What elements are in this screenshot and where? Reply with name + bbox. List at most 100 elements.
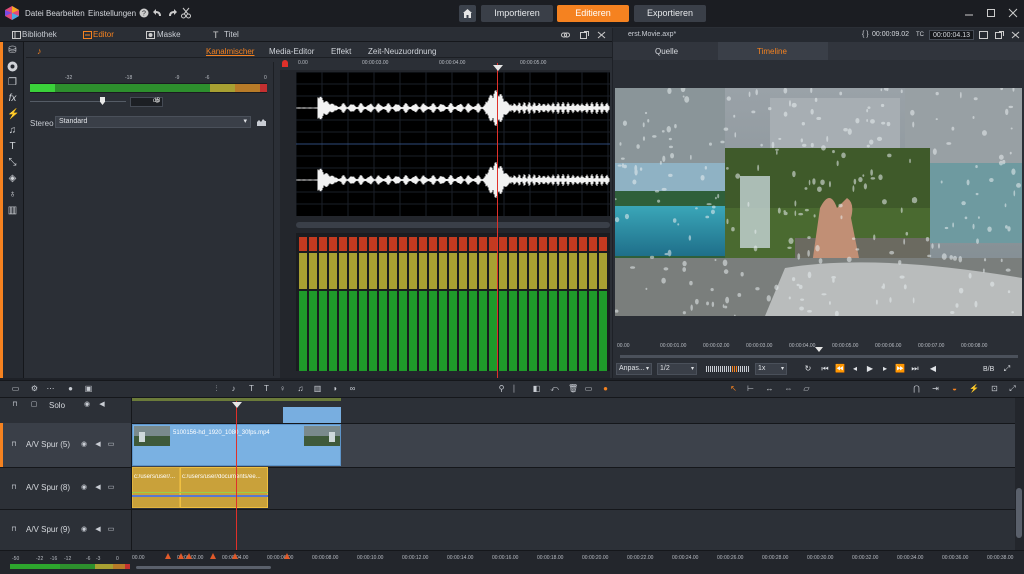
color-icon[interactable]: ◑ [330,384,339,393]
edit-button[interactable]: Editieren [557,5,629,22]
menu-settings[interactable]: Einstellungen [88,9,136,18]
import-button[interactable]: Importieren [481,5,553,22]
audio-mixer-icon[interactable]: ⫶ [212,384,221,393]
split-icon[interactable]: ⎸ [513,384,522,393]
frame-back-icon[interactable]: ◂ [850,363,860,374]
track-name[interactable]: A/V Spur (9) [26,525,70,534]
popout-icon[interactable] [580,31,589,39]
timeline-marker[interactable] [165,553,171,559]
color-wheel-icon[interactable] [7,61,18,72]
timeline-playhead-line[interactable] [236,401,237,561]
fx-icon[interactable]: fx [7,93,18,104]
tab-editor[interactable]: Editor [93,30,114,39]
export-button[interactable]: Exportieren [634,5,706,22]
timeline-hscroll[interactable] [136,566,271,569]
volume-slider-track[interactable] [30,101,126,102]
record-icon[interactable]: ● [601,384,610,393]
music-icon[interactable]: ♫ [296,384,305,393]
video-preview[interactable] [615,88,1022,316]
tab-timeline[interactable]: Timeline [757,47,787,56]
title-tool-icon[interactable]: T [247,384,256,393]
timeline-playhead-handle[interactable] [232,402,242,408]
magnet-icon[interactable]: ⋂ [912,384,921,393]
microphone-icon[interactable]: ♀ [278,384,287,393]
snapshot-icon[interactable]: ⤢ [1002,363,1012,374]
audio-volume-line[interactable] [132,492,268,493]
resolution-select[interactable]: 1/2 [657,363,697,375]
audio-toggle-icon[interactable]: ◀ [98,401,106,409]
marker-icon[interactable] [282,60,288,67]
audio-fx-icon[interactable] [256,117,267,127]
lock-icon[interactable]: ⊓ [11,401,19,409]
stretch-icon[interactable]: ▱ [802,384,811,393]
skip-start-icon[interactable]: ⏮ [820,363,830,374]
tab-title[interactable]: Titel [224,30,239,39]
solo-toggle-icon[interactable]: ▢ [30,401,38,409]
link-icon[interactable] [561,31,570,39]
preview-close-icon[interactable] [1011,31,1020,39]
loop-icon[interactable]: ↻ [803,363,813,374]
film-strip-icon[interactable]: ▥ [313,384,322,393]
trim-icon[interactable]: ◧ [532,384,541,393]
snap-icon[interactable]: ⤺ [550,384,559,393]
fit-select[interactable]: Anpas... [616,363,652,375]
skip-end-icon[interactable]: ⏭ [910,363,920,374]
roll-icon[interactable]: ↔ [765,384,774,393]
tab-source[interactable]: Quelle [655,47,678,56]
audio-waveform[interactable] [296,72,610,216]
camera-icon[interactable]: ⛁ [7,45,18,56]
help-icon[interactable]: ? [138,7,150,19]
trash-options-icon[interactable]: ▭ [584,384,593,393]
ripple-icon[interactable]: ⊢ [746,384,755,393]
home-button[interactable] [459,5,476,22]
insert-icon[interactable]: ⇥ [931,384,940,393]
timeline-marker[interactable] [284,553,290,559]
timeline-marker[interactable] [186,553,192,559]
speed-select[interactable]: 1x [755,363,787,375]
editor-playhead-line[interactable] [497,63,498,378]
editor-playhead-handle[interactable] [493,65,503,71]
timeline-marker[interactable] [210,553,216,559]
preview-scrubber-handle[interactable] [815,347,823,352]
bb-label[interactable]: B/B [983,366,994,373]
visibility-icon[interactable]: ◉ [80,441,88,449]
close-icon[interactable] [1007,7,1019,19]
undo-icon[interactable] [152,7,164,19]
tab-media-editor[interactable]: Media-Editor [269,47,314,56]
panel-close-icon[interactable] [597,31,606,39]
timeline-marker[interactable] [178,553,184,559]
razor-icon[interactable]: ⚲ [497,384,506,393]
maximize-icon[interactable] [985,7,997,19]
visibility-icon[interactable]: ◉ [80,526,88,534]
track-name[interactable]: A/V Spur (8) [26,483,70,492]
play-icon[interactable]: ▶ [865,363,875,374]
menu-file[interactable]: Datei [25,9,44,18]
visibility-icon[interactable]: ◉ [80,484,88,492]
track-name[interactable]: A/V Spur (5) [26,440,70,449]
film-icon[interactable]: ▥ [7,205,18,216]
cut-icon[interactable] [180,7,192,19]
tab-library[interactable]: Bibliothek [22,30,57,39]
tab-mask[interactable]: Maske [157,30,181,39]
menu-edit[interactable]: Bearbeiten [46,9,85,18]
speed-icon[interactable]: ♁ [7,189,18,200]
layers-icon[interactable]: ❐ [7,77,18,88]
timecode-current[interactable]: 00:00:04.13 [929,30,974,40]
preview-scrubber[interactable] [620,355,1018,358]
audio-toggle-icon[interactable]: ◀ [94,526,102,534]
step-forward-icon[interactable]: ⏩ [895,363,905,374]
delete-icon[interactable]: 🗑 [568,384,578,393]
lock-icon[interactable]: ⊓ [10,484,18,492]
fullscreen-icon[interactable] [979,31,988,39]
slip-icon[interactable]: ⇔ [784,384,793,393]
audio-toggle-icon[interactable]: ◀ [94,484,102,492]
lock-icon[interactable]: ⊓ [10,526,18,534]
lock-icon[interactable]: ⊓ [10,441,18,449]
stabilize-icon[interactable]: ◈ [7,173,18,184]
title-clip[interactable] [283,407,341,423]
track-scrollbar-thumb[interactable] [1016,488,1022,538]
track-monitor-icon[interactable]: ▭ [107,484,115,492]
minimize-icon[interactable] [963,7,975,19]
marker-add-icon[interactable]: ● [66,384,75,393]
lightning-icon[interactable]: ⚡ [7,109,19,120]
